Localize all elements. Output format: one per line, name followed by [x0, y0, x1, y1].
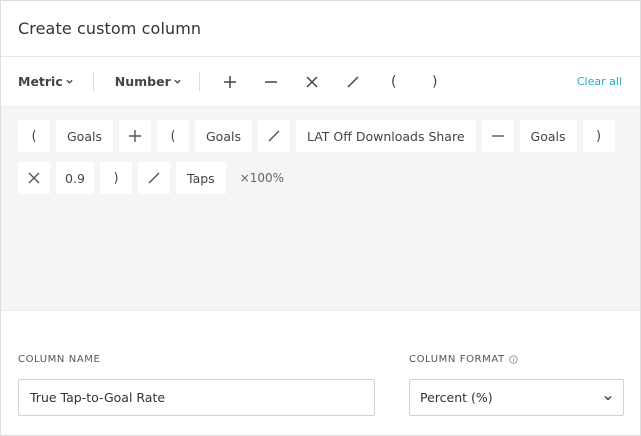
formula-token-metric[interactable]: Goals	[519, 120, 577, 152]
token-text: )	[113, 170, 119, 186]
open-paren-label: (	[391, 73, 397, 90]
plus-icon	[128, 130, 141, 142]
divide-operator-button[interactable]	[343, 72, 363, 92]
chevron-down-icon	[66, 79, 73, 84]
divide-icon	[268, 130, 280, 142]
close-paren-label: )	[432, 73, 438, 90]
toolbar-divider	[92, 72, 94, 91]
formula-token-open-paren[interactable]: (	[18, 120, 50, 152]
divide-icon	[148, 172, 160, 184]
multiply-icon	[306, 75, 318, 88]
token-text: (	[31, 128, 37, 144]
percent-multiplier-note: ×100%	[239, 171, 285, 185]
open-paren-button[interactable]: (	[384, 72, 404, 92]
column-format-select[interactable]: Percent (%)	[409, 379, 624, 416]
dialog-title: Create custom column	[18, 19, 202, 38]
multiply-icon	[28, 172, 40, 184]
formula-token-minus[interactable]	[481, 120, 514, 152]
custom-column-dialog: Create custom column Metric Number ( ) C…	[0, 0, 641, 436]
column-name-label: COLUMN NAME	[18, 354, 101, 365]
column-format-label: COLUMN FORMAT	[409, 354, 518, 365]
formula-token-metric[interactable]: Goals	[194, 120, 252, 152]
minus-icon	[264, 80, 277, 83]
formula-token-divide[interactable]	[138, 162, 170, 194]
dialog-header: Create custom column	[1, 1, 640, 57]
clear-all-link[interactable]: Clear all	[577, 75, 622, 88]
formula-token-metric[interactable]: LAT Off Downloads Share	[295, 120, 476, 152]
chevron-down-icon	[604, 395, 612, 401]
formula-token-open-paren[interactable]: (	[156, 120, 189, 152]
metric-dropdown-label: Metric	[18, 74, 63, 89]
formula-token-plus[interactable]	[118, 120, 151, 152]
column-format-value: Percent (%)	[420, 390, 493, 405]
formula-token-number[interactable]: 0.9	[56, 162, 94, 194]
token-text: )	[595, 128, 602, 144]
formula-token-divide[interactable]	[257, 120, 290, 152]
formula-builder-area[interactable]: ( Goals ( Goals LAT Off Downloads Share …	[1, 106, 640, 311]
minus-icon	[491, 135, 504, 137]
formula-toolbar: Metric Number ( ) Clear all	[1, 57, 640, 106]
info-icon[interactable]	[509, 355, 518, 364]
close-paren-button[interactable]: )	[425, 72, 445, 92]
divide-icon	[347, 75, 359, 88]
plus-icon	[223, 75, 236, 88]
number-dropdown-label: Number	[114, 74, 171, 89]
add-operator-button[interactable]	[220, 72, 240, 92]
formula-row: ( Goals ( Goals LAT Off Downloads Share …	[18, 120, 640, 152]
metric-dropdown[interactable]: Metric	[18, 74, 73, 89]
formula-token-metric[interactable]: Taps	[176, 162, 226, 194]
formula-token-close-paren[interactable]: )	[100, 162, 132, 194]
formula-token-metric[interactable]: Goals	[56, 120, 113, 152]
token-text: (	[170, 128, 176, 144]
number-dropdown[interactable]: Number	[115, 74, 181, 89]
multiply-operator-button[interactable]	[302, 72, 322, 92]
column-format-label-text: COLUMN FORMAT	[409, 354, 505, 365]
formula-row: 0.9 ) Taps ×100%	[18, 162, 640, 194]
subtract-operator-button[interactable]	[261, 72, 281, 92]
formula-token-close-paren[interactable]: )	[582, 120, 615, 152]
toolbar-divider	[198, 72, 200, 91]
formula-token-multiply[interactable]	[18, 162, 50, 194]
chevron-down-icon	[174, 79, 181, 84]
column-name-input[interactable]	[18, 379, 375, 416]
